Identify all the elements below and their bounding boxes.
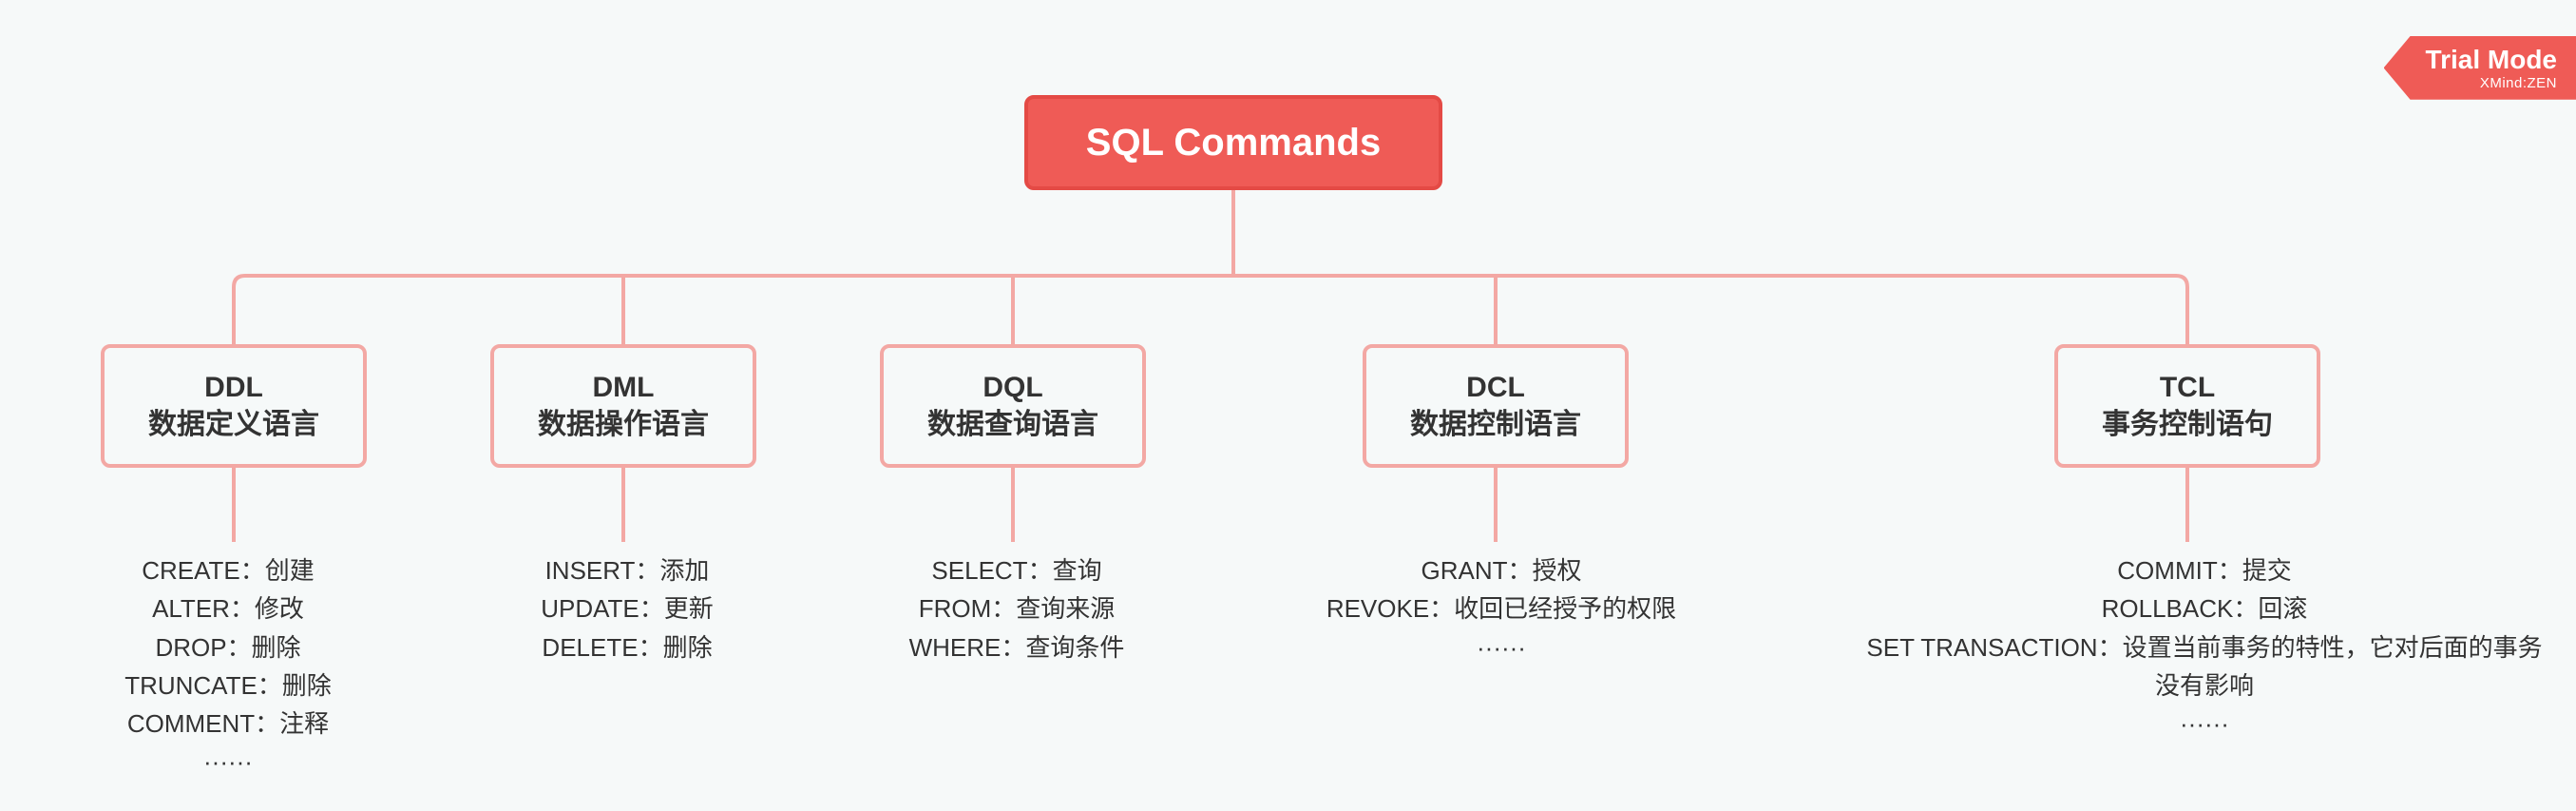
- items-list-dql: SELECT：查询 FROM：查询来源 WHERE：查询条件: [836, 551, 1197, 666]
- list-item: FROM：查询来源: [836, 589, 1197, 628]
- category-name: 数据控制语言: [1410, 406, 1581, 443]
- category-abbr: TCL: [2160, 369, 2215, 406]
- list-item: COMMENT：注释: [48, 705, 409, 743]
- list-item: ROLLBACK：回滚: [1862, 589, 2547, 628]
- product-suffix: ZEN: [2528, 75, 2558, 91]
- items-list-tcl: COMMIT：提交 ROLLBACK：回滚 SET TRANSACTION：设置…: [1862, 551, 2547, 743]
- list-item: ······: [1235, 628, 1767, 666]
- items-list-dml: INSERT：添加 UPDATE：更新 DELETE：删除: [456, 551, 798, 666]
- root-node-sql-commands: SQL Commands: [1024, 95, 1442, 190]
- list-item: TRUNCATE：删除: [48, 666, 409, 705]
- list-item: WHERE：查询条件: [836, 628, 1197, 666]
- items-list-dcl: GRANT：授权 REVOKE：收回已经授予的权限 ······: [1235, 551, 1767, 666]
- root-title: SQL Commands: [1086, 122, 1381, 164]
- list-item: CREATE：创建: [48, 551, 409, 589]
- category-node-dcl: DCL 数据控制语言: [1363, 344, 1629, 468]
- category-name: 事务控制语句: [2102, 406, 2273, 443]
- category-node-dql: DQL 数据查询语言: [880, 344, 1146, 468]
- list-item: ALTER：修改: [48, 589, 409, 628]
- list-item: DROP：删除: [48, 628, 409, 666]
- trial-mode-title: Trial Mode: [2426, 46, 2557, 75]
- category-abbr: DML: [593, 369, 655, 406]
- items-list-ddl: CREATE：创建 ALTER：修改 DROP：删除 TRUNCATE：删除 C…: [48, 551, 409, 782]
- category-abbr: DQL: [983, 369, 1042, 406]
- list-item: ······: [48, 743, 409, 781]
- list-item: COMMIT：提交: [1862, 551, 2547, 589]
- category-name: 数据查询语言: [927, 406, 1098, 443]
- category-name: 数据定义语言: [148, 406, 319, 443]
- category-node-tcl: TCL 事务控制语句: [2054, 344, 2320, 468]
- list-item: REVOKE：收回已经授予的权限: [1235, 589, 1767, 628]
- category-node-ddl: DDL 数据定义语言: [101, 344, 367, 468]
- list-item: UPDATE：更新: [456, 589, 798, 628]
- category-node-dml: DML 数据操作语言: [490, 344, 756, 468]
- list-item: GRANT：授权: [1235, 551, 1767, 589]
- category-name: 数据操作语言: [538, 406, 709, 443]
- list-item: SELECT：查询: [836, 551, 1197, 589]
- category-abbr: DCL: [1466, 369, 1525, 406]
- list-item: INSERT：添加: [456, 551, 798, 589]
- trial-mode-product: XMind:ZEN: [2426, 75, 2557, 92]
- trial-mode-badge: Trial Mode XMind:ZEN: [2384, 36, 2576, 100]
- list-item: DELETE：删除: [456, 628, 798, 666]
- list-item: SET TRANSACTION：设置当前事务的特性，它对后面的事务没有影响: [1862, 628, 2547, 705]
- category-abbr: DDL: [204, 369, 263, 406]
- list-item: ······: [1862, 705, 2547, 743]
- product-prefix: XMind:: [2480, 75, 2528, 91]
